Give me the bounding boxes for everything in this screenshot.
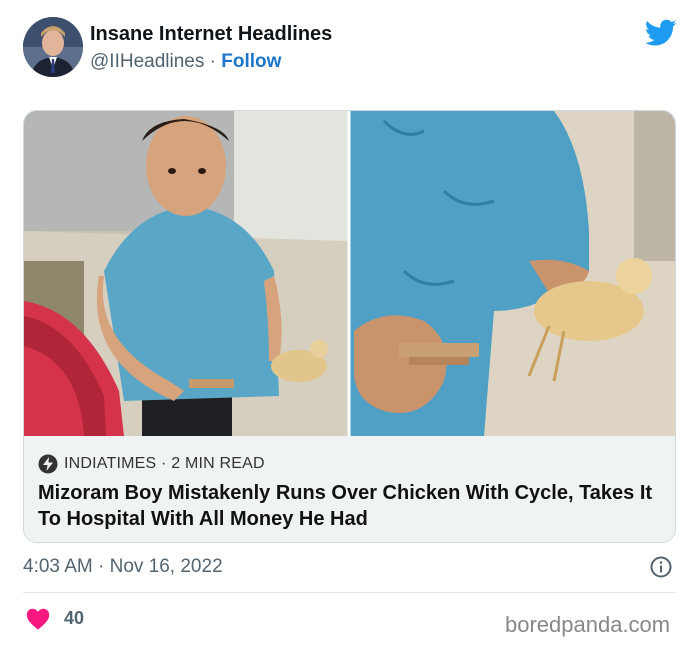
tweet-time: 4:03 AM — [23, 556, 93, 577]
watermark: boredpanda.com — [505, 612, 671, 637]
avatar-image — [23, 17, 83, 77]
author-handle-line: @IIHeadlines · Follow — [90, 51, 281, 73]
divider — [23, 592, 676, 593]
tweet-date: Nov 16, 2022 — [109, 556, 223, 577]
author-avatar[interactable] — [23, 17, 83, 77]
lightning-icon — [38, 454, 58, 474]
tweet-card: Insane Internet Headlines @IIHeadlines ·… — [0, 0, 700, 646]
heart-icon[interactable] — [26, 608, 50, 630]
tweet-timestamp[interactable]: 4:03 AM · Nov 16, 2022 — [23, 556, 223, 578]
card-meta: INDIATIMES · 2 MIN READ Mizoram Boy Mist… — [24, 436, 675, 542]
author-name[interactable]: Insane Internet Headlines — [90, 23, 332, 46]
source-line: INDIATIMES · 2 MIN READ — [38, 454, 265, 474]
read-time: 2 MIN READ — [171, 455, 265, 472]
card-headline[interactable]: Mizoram Boy Mistakenly Runs Over Chicken… — [38, 480, 658, 532]
info-icon[interactable] — [650, 556, 672, 578]
author-handle[interactable]: @IIHeadlines — [90, 51, 204, 72]
like-count[interactable]: 40 — [64, 608, 84, 629]
source-name: INDIATIMES — [64, 455, 157, 472]
link-card[interactable]: INDIATIMES · 2 MIN READ Mizoram Boy Mist… — [23, 110, 676, 543]
twitter-bird-icon[interactable] — [645, 19, 677, 47]
timestamp-separator: · — [98, 556, 110, 577]
handle-separator: · — [209, 51, 216, 72]
article-photo[interactable] — [24, 111, 676, 436]
source-dot: · — [156, 455, 172, 472]
follow-button[interactable]: Follow — [221, 51, 281, 72]
